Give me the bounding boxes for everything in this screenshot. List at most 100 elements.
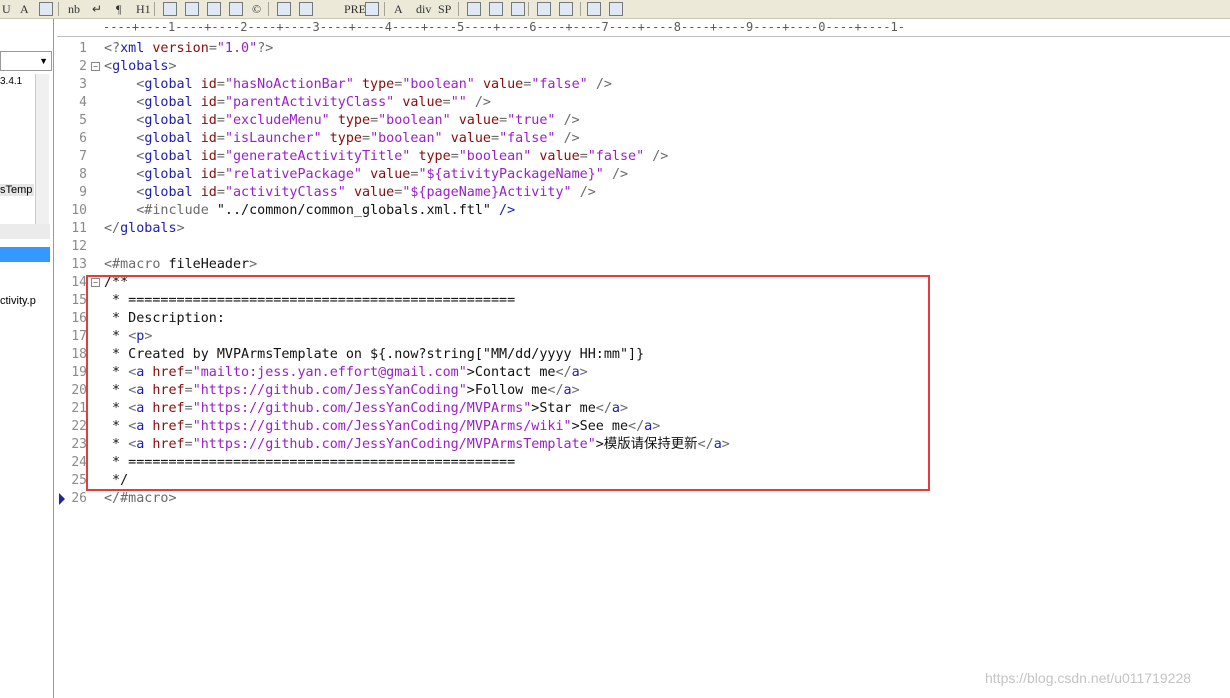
code-token: id bbox=[200, 77, 217, 92]
toolbar-button-0[interactable]: U bbox=[0, 1, 13, 17]
left-selected-row[interactable] bbox=[0, 247, 50, 262]
code-token: type bbox=[337, 113, 371, 128]
line-icon[interactable] bbox=[206, 1, 222, 17]
code-token: = bbox=[442, 95, 451, 110]
code-token: <? bbox=[104, 41, 121, 56]
code-line[interactable]: 13 <#macro fileHeader> bbox=[57, 256, 1230, 274]
toolbar-separator bbox=[58, 2, 59, 16]
code-token: <#include bbox=[136, 203, 217, 218]
code-line[interactable]: 3 <global id="hasNoActionBar" type="bool… bbox=[57, 76, 1230, 94]
code-token: = bbox=[491, 131, 500, 146]
toolbar-button-5[interactable]: ¶ bbox=[114, 1, 123, 17]
code-token: > bbox=[249, 257, 258, 272]
code-token: /> bbox=[563, 113, 580, 128]
code-token: value bbox=[402, 95, 443, 110]
toolbar-button-16[interactable]: A bbox=[392, 1, 405, 17]
left-dropdown[interactable]: ▼ bbox=[0, 51, 52, 71]
code-token: /> bbox=[563, 131, 580, 146]
code-token: "" bbox=[450, 95, 467, 110]
line-number: 21 bbox=[71, 401, 87, 416]
code-line[interactable]: 5 <global id="excludeMenu" type="boolean… bbox=[57, 112, 1230, 130]
pen-icon[interactable] bbox=[466, 1, 482, 17]
code-token: /> bbox=[652, 149, 669, 164]
edit-icon[interactable] bbox=[228, 1, 244, 17]
code-line[interactable]: 26 </#macro> bbox=[57, 490, 1230, 508]
toolbar-button-6[interactable]: H1 bbox=[134, 1, 153, 17]
code-line[interactable]: 12 bbox=[57, 238, 1230, 256]
left-scroll-h[interactable] bbox=[0, 224, 50, 239]
code-line[interactable]: 2− <globals> bbox=[57, 58, 1230, 76]
code-line[interactable]: 1 <?xml version="1.0"?> bbox=[57, 40, 1230, 58]
line-number: 4 bbox=[79, 95, 87, 110]
toolbar-button-1[interactable]: A bbox=[18, 1, 31, 17]
brush-icon[interactable] bbox=[488, 1, 504, 17]
list2-icon[interactable] bbox=[364, 1, 380, 17]
toolbar-separator bbox=[384, 2, 385, 16]
toolbar-button-3[interactable]: nb bbox=[66, 1, 82, 17]
line-number: 5 bbox=[79, 113, 87, 128]
code-token: "boolean" bbox=[458, 149, 532, 164]
code-text: <global id="isLauncher" type="boolean" v… bbox=[104, 130, 580, 148]
code-line[interactable]: 4 <global id="parentActivityClass" value… bbox=[57, 94, 1230, 112]
list-icon[interactable] bbox=[298, 1, 314, 17]
doc4-icon[interactable] bbox=[608, 1, 624, 17]
code-token: id bbox=[200, 149, 217, 164]
code-line[interactable]: 10 <#include "../common/common_globals.x… bbox=[57, 202, 1230, 220]
left-file-label-2[interactable]: ctivity.p bbox=[0, 295, 36, 307]
image-icon[interactable] bbox=[162, 1, 178, 17]
grid-icon[interactable] bbox=[38, 1, 54, 17]
code-token: "relativePackage" bbox=[224, 167, 362, 182]
left-file-label[interactable]: sTemp bbox=[0, 184, 34, 196]
line-number: 10 bbox=[71, 203, 87, 218]
code-line[interactable]: 6 <global id="isLauncher" type="boolean"… bbox=[57, 130, 1230, 148]
code-text: <globals> bbox=[104, 58, 177, 76]
toolbar-separator bbox=[580, 2, 581, 16]
code-token: id bbox=[200, 95, 217, 110]
code-token: global bbox=[144, 149, 201, 164]
paint-icon[interactable] bbox=[510, 1, 526, 17]
toolbar-button-18[interactable]: SP bbox=[436, 1, 453, 17]
line-number: 24 bbox=[71, 455, 87, 470]
fold-toggle-icon[interactable]: − bbox=[91, 62, 100, 71]
toolbar-button-11[interactable]: © bbox=[250, 1, 263, 17]
code-line[interactable]: 8 <global id="relativePackage" value="${… bbox=[57, 166, 1230, 184]
line-number: 16 bbox=[71, 311, 87, 326]
code-token: "1.0" bbox=[216, 41, 258, 56]
line-number: 23 bbox=[71, 437, 87, 452]
table-icon[interactable] bbox=[276, 1, 292, 17]
toolbar-button-17[interactable]: div bbox=[414, 1, 433, 17]
code-line[interactable]: 7 <global id="generateActivityTitle" typ… bbox=[57, 148, 1230, 166]
code-token: type bbox=[362, 77, 395, 92]
code-token: fileHeader bbox=[168, 257, 250, 272]
toolbar-separator bbox=[458, 2, 459, 16]
code-line[interactable]: 9 <global id="activityClass" value="${pa… bbox=[57, 184, 1230, 202]
toolbar: U Anb ↵ ¶ H1 © PRE Adiv SP bbox=[0, 0, 1230, 19]
doc2-icon[interactable] bbox=[558, 1, 574, 17]
left-version-label[interactable]: 3.4.1 bbox=[0, 76, 22, 87]
doc-icon[interactable] bbox=[536, 1, 552, 17]
line-number: 6 bbox=[79, 131, 87, 146]
toolbar-separator bbox=[268, 2, 269, 16]
code-line[interactable]: 11 </globals> bbox=[57, 220, 1230, 238]
code-token: global bbox=[144, 131, 201, 146]
toolbar-button-4[interactable]: ↵ bbox=[90, 1, 104, 17]
line-number: 20 bbox=[71, 383, 87, 398]
doc3-icon[interactable] bbox=[586, 1, 602, 17]
code-text: <global id="relativePackage" value="${at… bbox=[104, 166, 628, 184]
code-token: = bbox=[370, 113, 379, 128]
left-scrollbar[interactable] bbox=[35, 74, 49, 224]
code-token: /> bbox=[595, 77, 612, 92]
line-number: 14 bbox=[71, 275, 87, 290]
line-number: 13 bbox=[71, 257, 87, 272]
code-token: </ bbox=[104, 221, 121, 236]
code-token: = bbox=[216, 185, 225, 200]
anchor-icon[interactable] bbox=[184, 1, 200, 17]
chevron-down-icon: ▼ bbox=[39, 56, 48, 66]
